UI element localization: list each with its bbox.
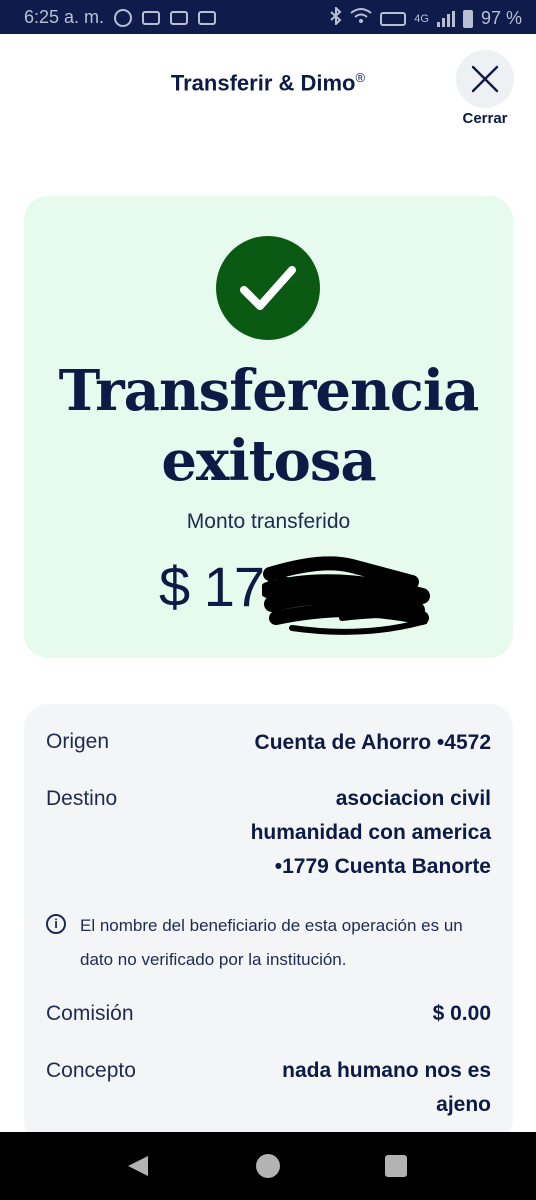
amount-label: Monto transferido [186, 510, 351, 533]
success-title: Transferencia exitosa [24, 356, 513, 496]
status-bar: 6:25 a. m. 4G 97 % [0, 0, 536, 34]
home-icon[interactable] [256, 1154, 280, 1178]
close-label[interactable]: Cerrar [450, 110, 520, 127]
volte-icon [380, 11, 407, 26]
success-title-line1: Transferencia [58, 358, 480, 424]
whatsapp-icon [114, 8, 133, 27]
youtube-icon [170, 10, 189, 25]
back-icon[interactable] [126, 1154, 150, 1178]
destination-line: asociacion civil [335, 787, 491, 810]
destination-value: asociacion civil humanidad con america •… [251, 782, 491, 884]
origin-value: Cuenta de Ahorro •4572 [254, 731, 491, 754]
destination-line: •1779 Cuenta Banorte [274, 855, 491, 878]
destination-line: humanidad con america [250, 821, 491, 844]
origin-label: Origen [46, 730, 110, 753]
success-title-line2: exitosa [161, 428, 376, 494]
registered-mark: ® [355, 70, 366, 85]
battery-level: 97 % [480, 8, 522, 28]
success-check-badge [216, 236, 320, 340]
success-card: Transferencia exitosa Monto transferido … [24, 196, 513, 658]
destination-label: Destino [46, 787, 118, 810]
fee-value: $ 0.00 [432, 1002, 491, 1025]
concept-line: ajeno [436, 1093, 491, 1116]
checkmark-icon [240, 266, 296, 310]
wifi-icon [350, 7, 372, 30]
signal-icon [436, 10, 455, 27]
concept-value: nada humano nos es ajeno [282, 1054, 491, 1122]
recent-apps-icon[interactable] [385, 1155, 407, 1177]
image-icon [142, 10, 161, 25]
battery-icon [462, 9, 473, 28]
redaction-scribble [262, 556, 430, 635]
navigation-bar [0, 1132, 536, 1200]
close-x-icon [471, 65, 499, 93]
concept-label: Concepto [46, 1059, 136, 1082]
page-title-text: Transferir & Dimo [170, 70, 356, 96]
info-icon: i [46, 914, 66, 934]
fee-label: Comisión [46, 1002, 134, 1025]
info-text: El nombre del beneficiario de esta opera… [80, 916, 463, 969]
bluetooth-icon [330, 5, 342, 30]
network-type: 4G [414, 12, 429, 25]
details-card: Origen Cuenta de Ahorro •4572 Destino as… [24, 704, 513, 1144]
status-time: 6:25 a. m. [24, 7, 105, 27]
concept-line: nada humano nos es [282, 1059, 491, 1082]
qr-icon [198, 10, 217, 25]
close-button[interactable] [456, 50, 514, 108]
